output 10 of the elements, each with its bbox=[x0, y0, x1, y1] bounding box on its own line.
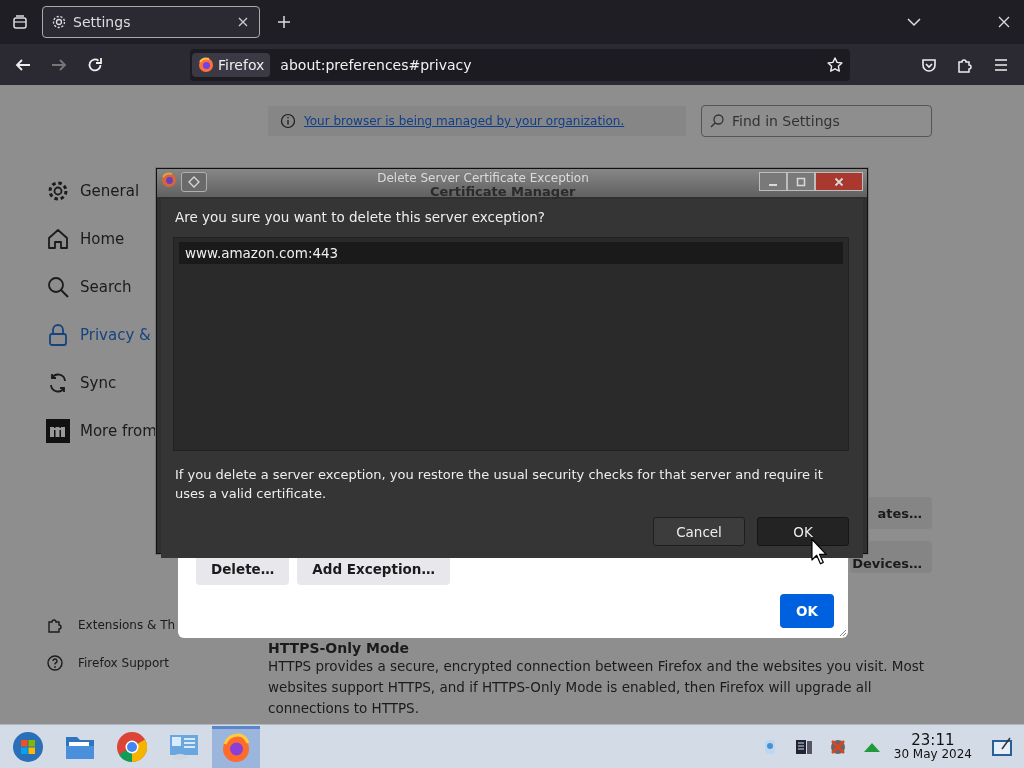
question-text: Are you sure you want to delete this server exception? bbox=[175, 209, 546, 225]
dialog-title: Certificate Manager bbox=[430, 184, 576, 199]
note-text: If you delete a server exception, you restore the usual security checks for that server and require it uses a valid certificate. bbox=[175, 466, 824, 503]
window-title: Delete Server Certificate Exception bbox=[376, 172, 590, 185]
section-heading: HTTPS-Only Mode bbox=[268, 640, 411, 656]
section-text: HTTPS provides a secure, encrypted connection between Firefox and the websites you visit. Most websites support HTTPS, and if HTTPS-Only Mode is enabled, then Firefox will upgrade all connections to HTTPS. bbox=[268, 657, 926, 718]
url-text: about:preferences#privacy bbox=[280, 56, 472, 73]
tab-title: Settings bbox=[73, 14, 132, 30]
clock-date: 30 May 2024 bbox=[893, 748, 972, 760]
clock-time: 23:11 bbox=[911, 733, 955, 748]
